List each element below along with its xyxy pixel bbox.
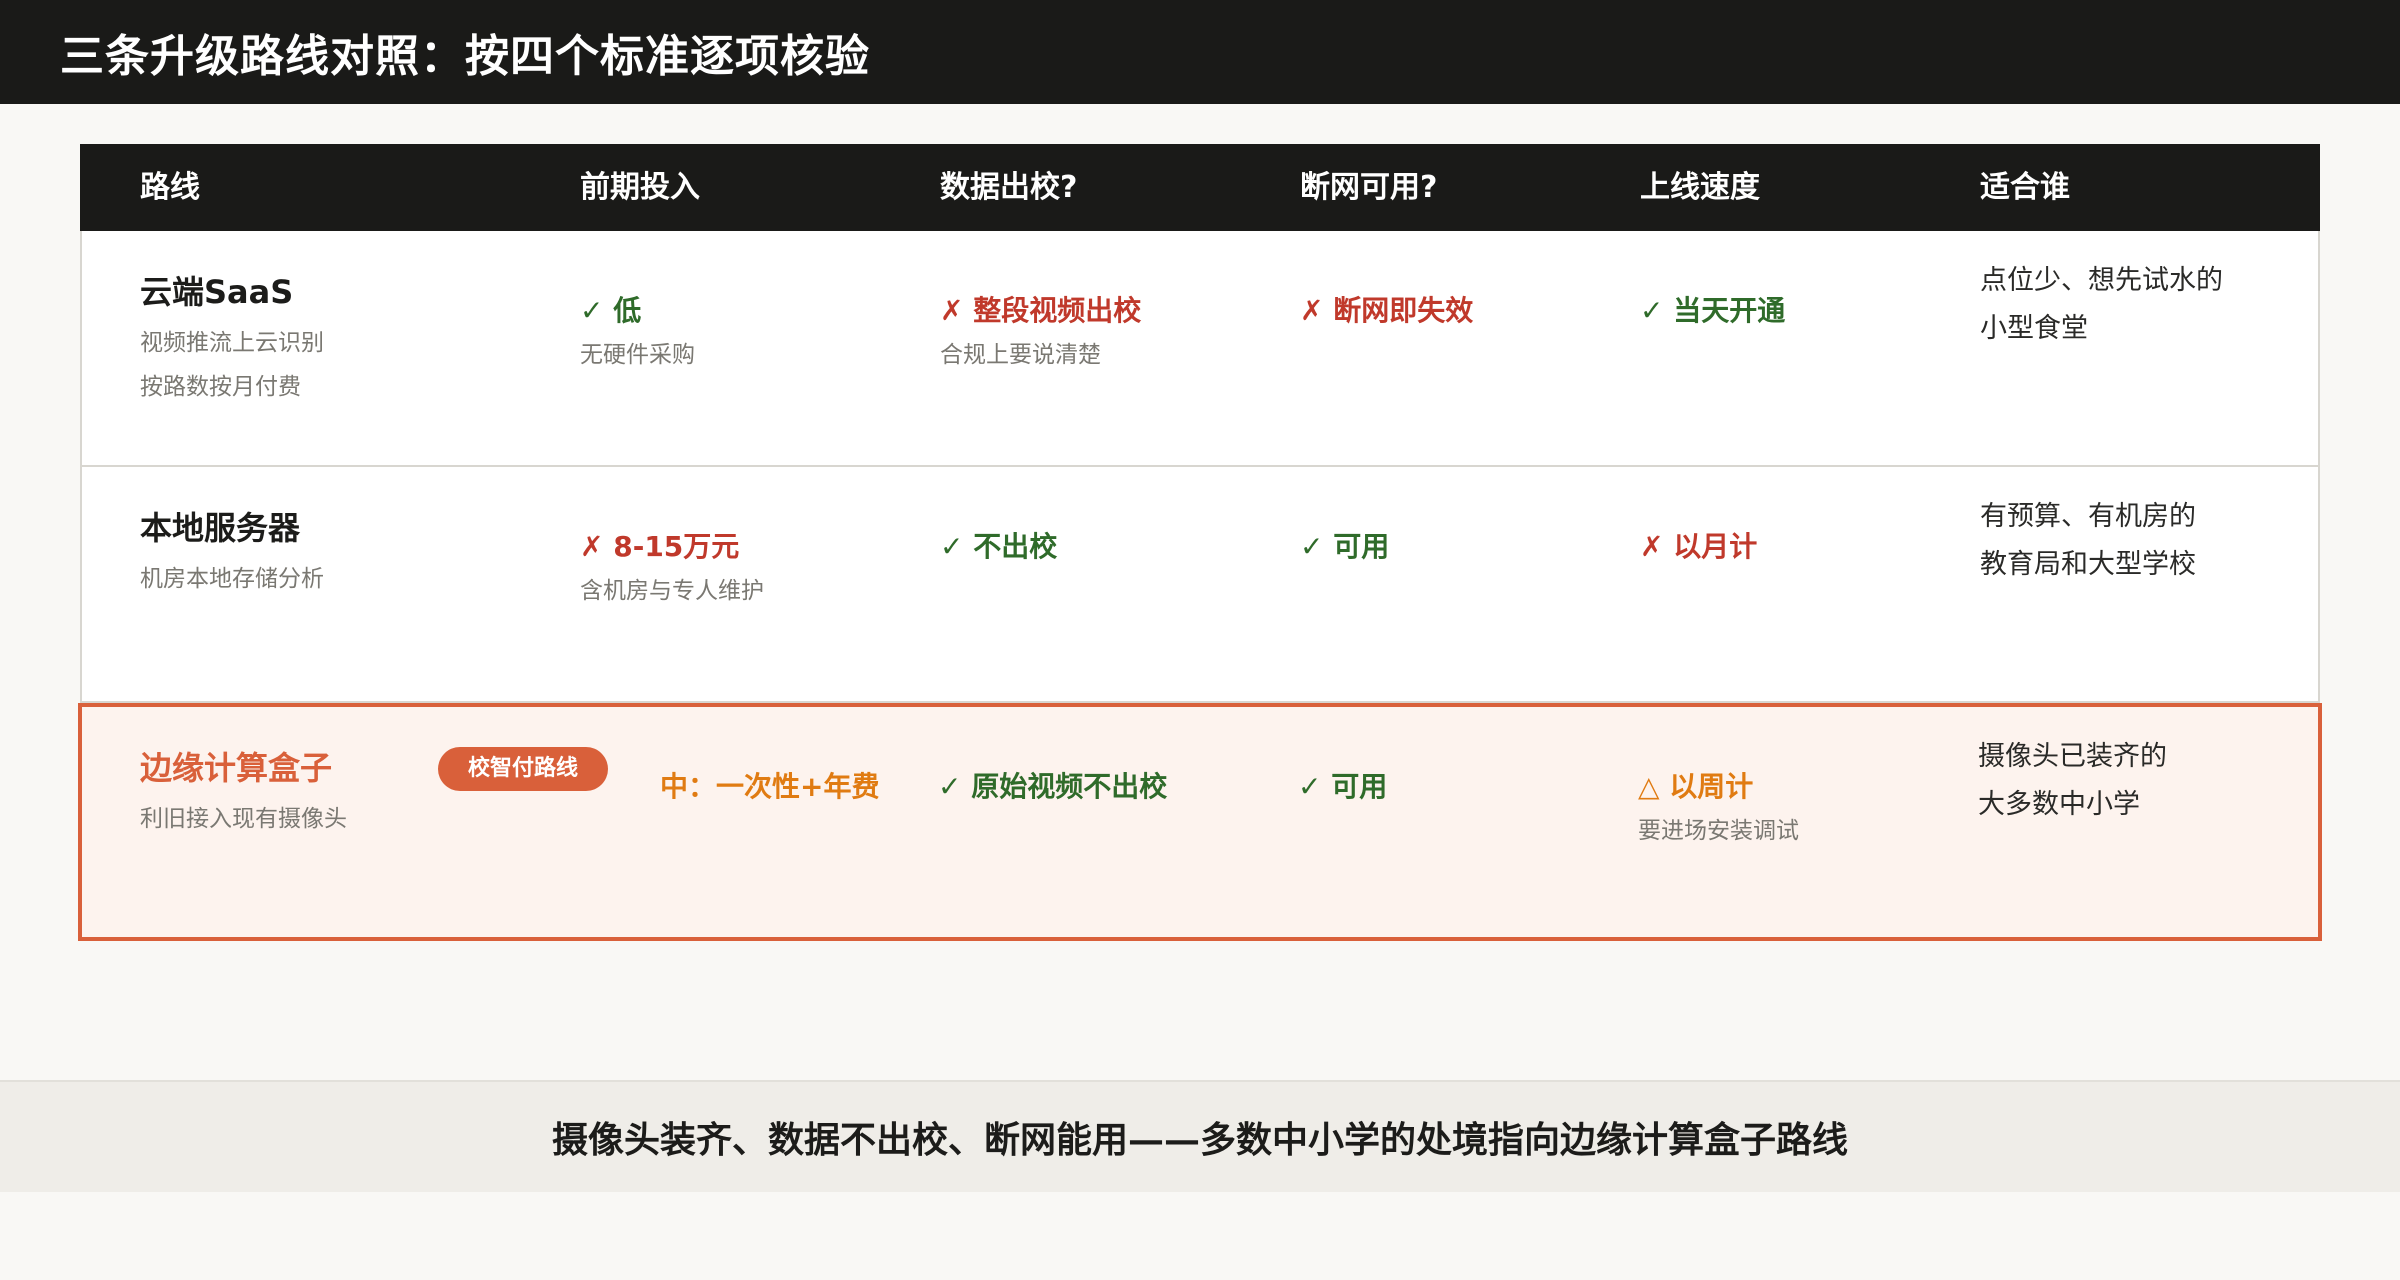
cost-value: 中：一次性+年费 [660, 770, 880, 803]
offline-cell: ✓ 可用 [1300, 525, 1389, 565]
data-value: 整段视频出校 [973, 294, 1142, 327]
conclusion-text: 摄像头装齐、数据不出校、断网能用——多数中小学的处境指向边缘计算盒子路线 [551, 1119, 1848, 1161]
header-cost: 前期投入 [580, 170, 700, 205]
table-header: 路线 前期投入 数据出校? 断网可用? 上线速度 适合谁 [80, 144, 2320, 231]
data-cell: ✓ 原始视频不出校 [938, 765, 1167, 805]
data-cell: ✓ 不出校 [940, 525, 1057, 565]
check-icon: ✓ [580, 294, 604, 327]
comparison-table: 路线 前期投入 数据出校? 断网可用? 上线速度 适合谁 云端SaaS 视频推流… [78, 144, 2322, 941]
speed-cell: △ 以周计 要进场安装调试 [1638, 765, 1799, 853]
speed-value: 以周计 [1669, 770, 1754, 803]
offline-value: 断网即失效 [1333, 294, 1474, 327]
check-icon: ✓ [1298, 770, 1322, 803]
conclusion-bar: 摄像头装齐、数据不出校、断网能用——多数中小学的处境指向边缘计算盒子路线 [0, 1080, 2400, 1192]
header-fit: 适合谁 [1980, 170, 2070, 205]
cross-icon: ✗ [580, 530, 604, 563]
speed-cell: ✓ 当天开通 [1640, 289, 1785, 329]
route-name: 云端SaaS [140, 273, 294, 311]
data-value: 不出校 [973, 530, 1058, 563]
table-row-edge-box: 边缘计算盒子 利旧接入现有摄像头 校智付路线 中：一次性+年费 ✓ 原始视频不出… [78, 703, 2322, 941]
recommended-badge: 校智付路线 [438, 747, 609, 791]
fit-cell: 有预算、有机房的 教育局和大型学校 [1980, 493, 2196, 589]
header-data: 数据出校? [940, 170, 1078, 205]
offline-value: 可用 [1333, 530, 1390, 563]
cost-cell: 中：一次性+年费 [660, 765, 879, 805]
offline-value: 可用 [1331, 770, 1388, 803]
route-name: 本地服务器 [140, 509, 301, 547]
route-name: 边缘计算盒子 [140, 749, 333, 787]
fit-line: 摄像头已装齐的 [1978, 741, 2167, 772]
route-cell: 边缘计算盒子 利旧接入现有摄像头 [140, 743, 347, 841]
cost-note: 无硬件采购 [580, 342, 695, 368]
table-row-cloud-saas: 云端SaaS 视频推流上云识别 按路数按月付费 ✓ 低 无硬件采购 ✗ 整段视频… [80, 231, 2320, 467]
offline-cell: ✗ 断网即失效 [1300, 289, 1473, 329]
cross-icon: ✗ [940, 294, 964, 327]
check-icon: ✓ [1640, 294, 1664, 327]
fit-cell: 摄像头已装齐的 大多数中小学 [1978, 733, 2167, 829]
fit-line: 点位少、想先试水的 [1980, 265, 2223, 296]
offline-cell: ✓ 可用 [1298, 765, 1387, 805]
cost-cell: ✗ 8-15万元 含机房与专人维护 [580, 525, 764, 613]
fit-line: 大多数中小学 [1978, 789, 2140, 820]
title-bar: 三条升级路线对照：按四个标准逐项核验 [0, 0, 2400, 104]
speed-value: 以月计 [1673, 530, 1758, 563]
fit-cell: 点位少、想先试水的 小型食堂 [1980, 257, 2223, 353]
data-value: 原始视频不出校 [971, 770, 1168, 803]
cross-icon: ✗ [1300, 294, 1324, 327]
header-offline: 断网可用? [1300, 170, 1438, 205]
speed-note: 要进场安装调试 [1638, 818, 1799, 844]
route-desc: 按路数按月付费 [140, 374, 301, 400]
data-cell: ✗ 整段视频出校 合规上要说清楚 [940, 289, 1141, 377]
check-icon: ✓ [938, 770, 962, 803]
speed-cell: ✗ 以月计 [1640, 525, 1757, 565]
cross-icon: ✗ [1640, 530, 1664, 563]
cost-value: 8-15万元 [613, 530, 740, 563]
route-cell: 云端SaaS 视频推流上云识别 按路数按月付费 [140, 267, 324, 409]
table-row-local-server: 本地服务器 机房本地存储分析 ✗ 8-15万元 含机房与专人维护 ✓ 不出校 ✓… [80, 467, 2320, 703]
header-speed: 上线速度 [1640, 170, 1760, 205]
cost-note: 含机房与专人维护 [580, 578, 764, 604]
route-desc: 机房本地存储分析 [140, 566, 324, 592]
cost-cell: ✓ 低 无硬件采购 [580, 289, 695, 377]
check-icon: ✓ [940, 530, 964, 563]
header-route: 路线 [140, 170, 200, 205]
page-title: 三条升级路线对照：按四个标准逐项核验 [60, 31, 870, 82]
route-cell: 本地服务器 机房本地存储分析 [140, 503, 324, 601]
warning-triangle-icon: △ [1638, 770, 1660, 803]
speed-value: 当天开通 [1673, 294, 1786, 327]
fit-line: 有预算、有机房的 [1980, 501, 2196, 532]
route-desc: 视频推流上云识别 [140, 330, 324, 356]
fit-line: 小型食堂 [1980, 313, 2088, 344]
cost-value: 低 [613, 294, 642, 327]
data-note: 合规上要说清楚 [940, 342, 1101, 368]
fit-line: 教育局和大型学校 [1980, 549, 2196, 580]
check-icon: ✓ [1300, 530, 1324, 563]
route-desc: 利旧接入现有摄像头 [140, 806, 347, 832]
